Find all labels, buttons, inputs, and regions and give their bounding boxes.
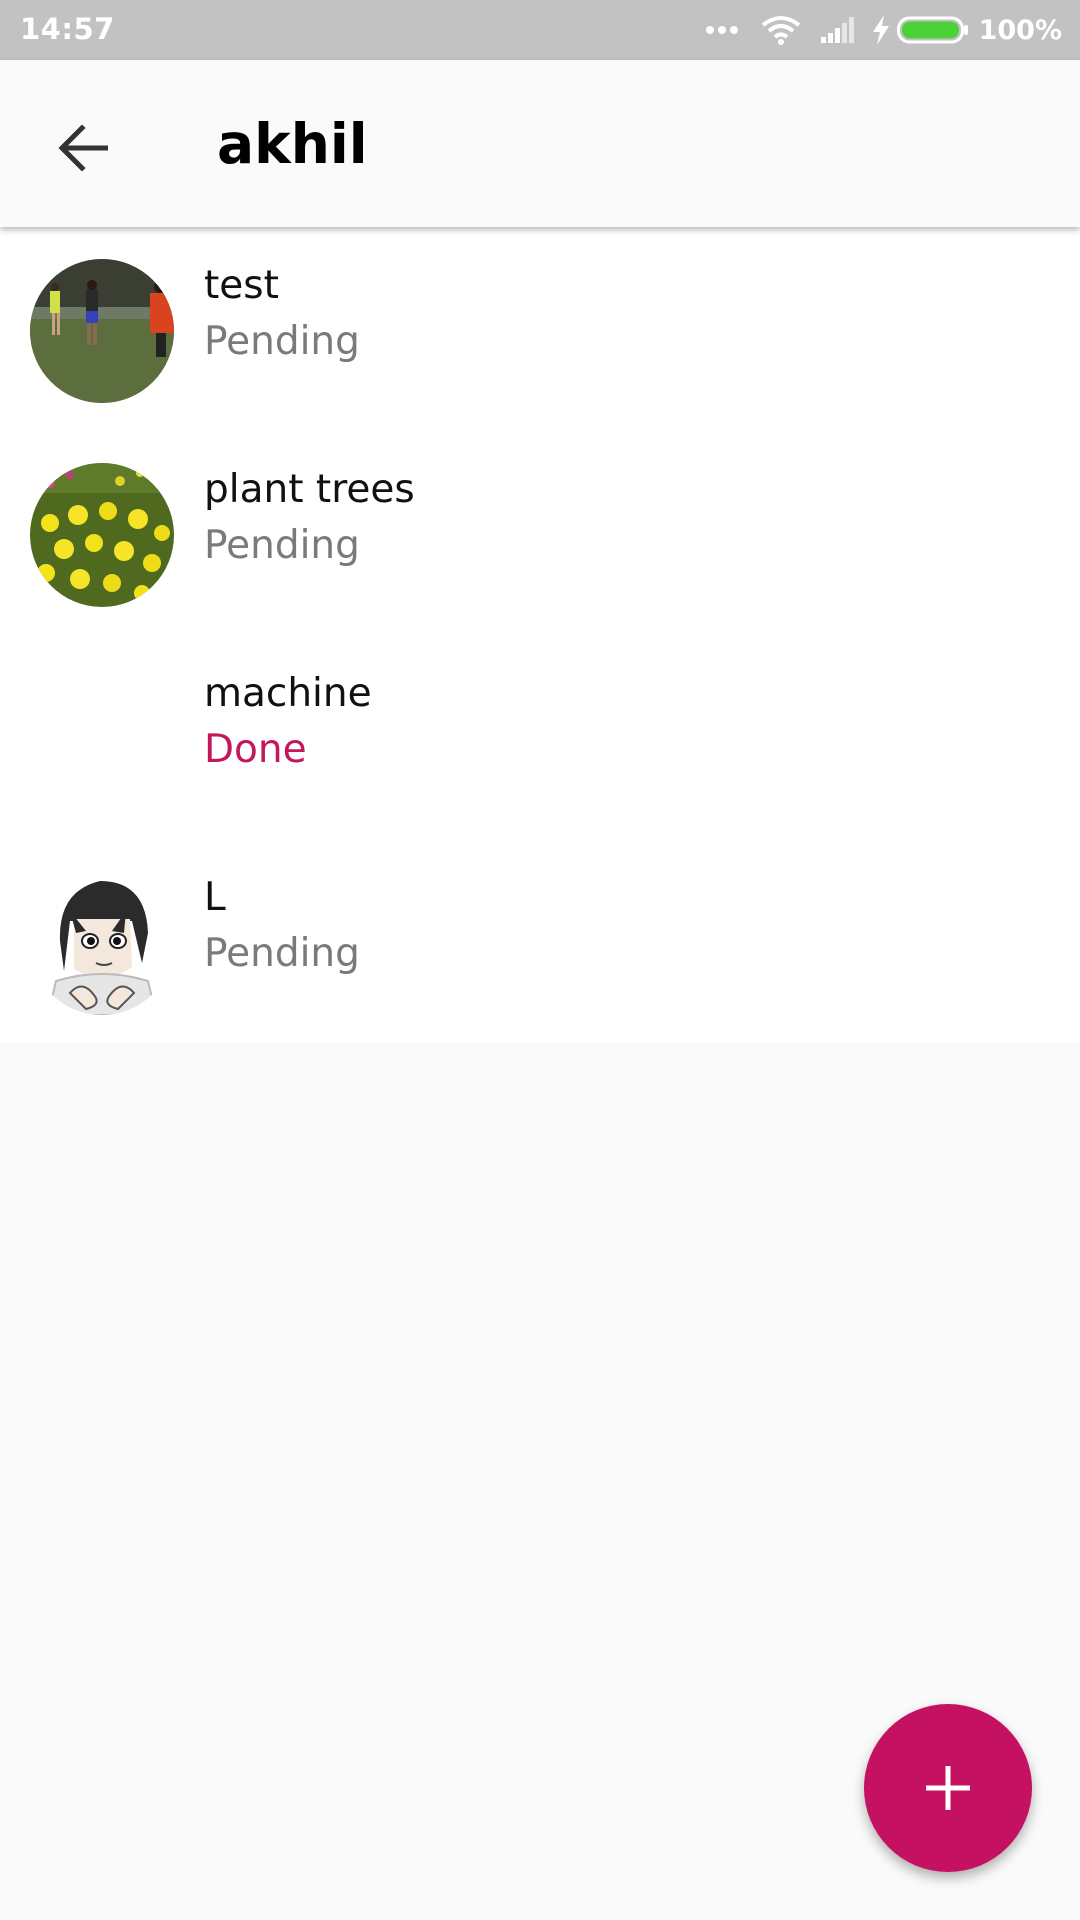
battery-icon <box>896 15 969 45</box>
task-avatar-photo <box>30 259 174 403</box>
app-bar: akhil <box>0 60 1080 227</box>
list-item[interactable]: machine Done <box>0 635 1080 839</box>
task-status: Pending <box>204 523 360 568</box>
status-time: 14:57 <box>20 12 115 46</box>
add-task-button[interactable] <box>864 1704 1032 1872</box>
task-status: Done <box>204 727 307 772</box>
more-dots-icon <box>705 25 739 35</box>
task-list: test Pending plant trees Pending machine… <box>0 227 1080 1043</box>
cell-signal-icon <box>820 17 857 43</box>
status-icons: 100% <box>705 0 1062 60</box>
task-avatar-photo <box>30 463 174 607</box>
task-title: test <box>204 263 279 308</box>
back-button[interactable] <box>46 110 122 186</box>
plus-icon <box>926 1766 970 1810</box>
task-status: Pending <box>204 931 360 976</box>
task-status: Pending <box>204 319 360 364</box>
battery-percent: 100% <box>978 14 1062 46</box>
wifi-icon <box>761 15 801 45</box>
list-item[interactable]: plant trees Pending <box>0 431 1080 635</box>
page-title: akhil <box>217 112 368 176</box>
task-avatar-drawing <box>30 871 174 1015</box>
arrow-back-icon <box>58 125 108 171</box>
task-title: plant trees <box>204 467 415 512</box>
list-item[interactable]: test Pending <box>0 227 1080 431</box>
task-title: machine <box>204 671 372 716</box>
status-bar: 14:57 100% <box>0 0 1080 60</box>
task-title: L <box>204 875 226 920</box>
charging-bolt-icon <box>871 15 891 45</box>
list-item[interactable]: L Pending <box>0 839 1080 1043</box>
